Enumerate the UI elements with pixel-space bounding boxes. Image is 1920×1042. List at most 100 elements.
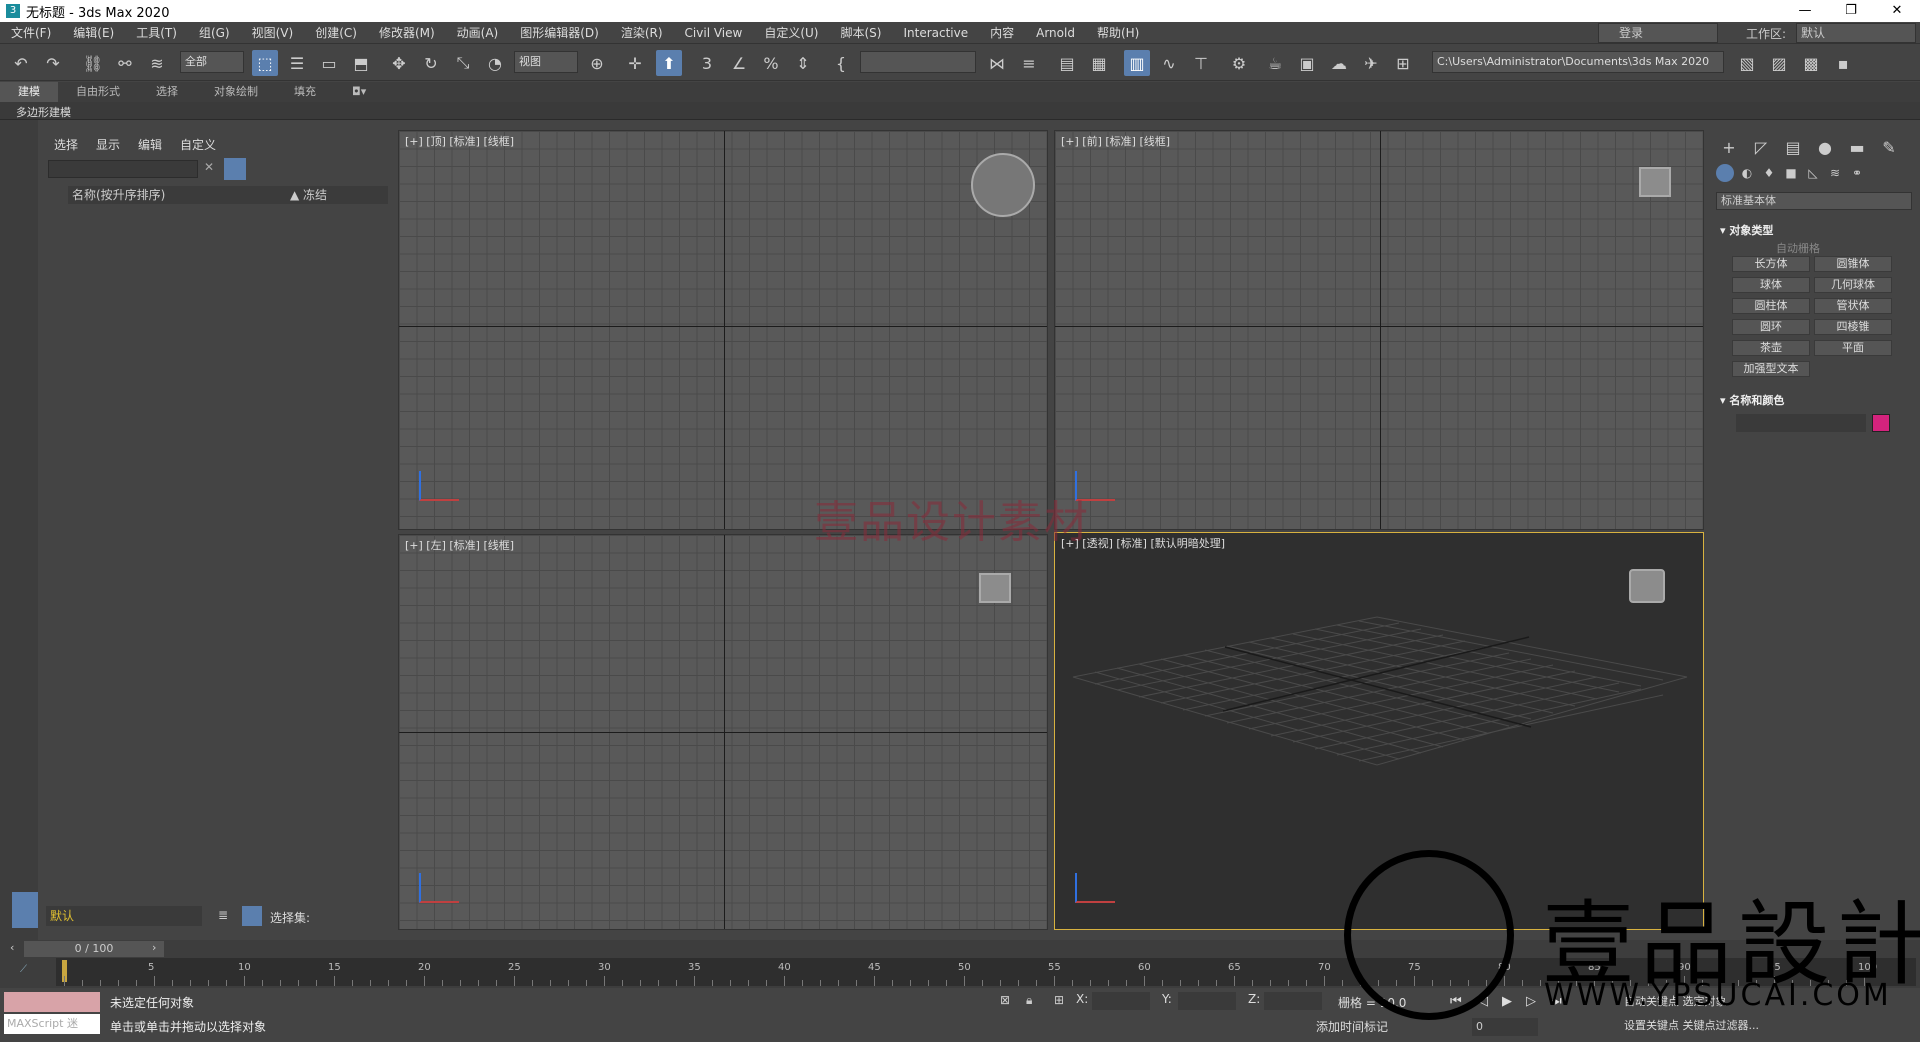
- object-type-rollout[interactable]: ▾ 对象类型: [1720, 222, 1773, 238]
- ribbon-options-icon[interactable]: ◘▾: [334, 82, 384, 102]
- modify-tab-icon[interactable]: ◸: [1748, 134, 1774, 160]
- workspace-dropdown[interactable]: 默认: [1796, 23, 1916, 43]
- menu-help[interactable]: 帮助(H): [1086, 24, 1150, 41]
- menu-interactive[interactable]: Interactive: [892, 26, 979, 40]
- scene-search-input[interactable]: [48, 160, 198, 178]
- menu-scripting[interactable]: 脚本(S): [829, 24, 892, 41]
- create-teapot-button[interactable]: 茶壶: [1732, 340, 1810, 356]
- time-slider[interactable]: 0 / 100: [24, 941, 164, 957]
- create-tab-icon[interactable]: +: [1716, 134, 1742, 160]
- percent-snap-icon[interactable]: %: [758, 50, 784, 76]
- viewcube-icon[interactable]: [1629, 569, 1665, 603]
- viewport-label-left[interactable]: [+] [左] [标准] [线框]: [405, 537, 514, 553]
- lock-selection-icon[interactable]: 🔒︎: [1026, 993, 1032, 1008]
- isolate-icon[interactable]: ⊠: [1000, 993, 1010, 1007]
- time-next-icon[interactable]: ›: [152, 941, 156, 954]
- viewport-label-perspective[interactable]: [+] [透视] [标准] [默认明暗处理]: [1061, 535, 1225, 551]
- shapes-icon[interactable]: ◐: [1738, 164, 1756, 182]
- viewport-top[interactable]: [+] [顶] [标准] [线框]: [398, 130, 1048, 530]
- project-path-dropdown[interactable]: C:\Users\Administrator\Documents\3ds Max…: [1432, 51, 1724, 73]
- project-folder-icon[interactable]: ▧: [1734, 50, 1760, 76]
- minimize-button[interactable]: —: [1782, 0, 1828, 22]
- render-cloud-icon[interactable]: ⊞: [1390, 50, 1416, 76]
- login-dropdown[interactable]: 登录: [1598, 23, 1718, 43]
- keyboard-shortcut-icon[interactable]: ⬆: [656, 50, 682, 76]
- layers-icon[interactable]: ≣: [218, 908, 228, 922]
- material-editor-icon[interactable]: ⚙: [1226, 50, 1252, 76]
- geometry-icon[interactable]: [1716, 164, 1734, 182]
- menu-rendering[interactable]: 渲染(R): [610, 24, 674, 41]
- toggle-ribbon-icon[interactable]: ▥: [1124, 50, 1150, 76]
- scene-menu-display[interactable]: 显示: [96, 136, 120, 153]
- column-name[interactable]: 名称(按升序排序): [72, 188, 165, 202]
- unlink-icon[interactable]: ⚯: [112, 50, 138, 76]
- go-to-start-icon[interactable]: ⏮: [1450, 994, 1462, 1009]
- viewport-left[interactable]: [+] [左] [标准] [线框]: [398, 534, 1048, 930]
- object-color-swatch[interactable]: [1872, 414, 1890, 432]
- ribbon-tab-object-paint[interactable]: 对象绘制: [196, 82, 276, 102]
- menu-animation[interactable]: 动画(A): [446, 24, 510, 41]
- create-torus-button[interactable]: 圆环: [1732, 319, 1810, 335]
- viewport-front[interactable]: [+] [前] [标准] [线框]: [1054, 130, 1704, 530]
- menu-modifiers[interactable]: 修改器(M): [368, 24, 446, 41]
- pivot-center-icon[interactable]: ⊕: [584, 50, 610, 76]
- time-prev-icon[interactable]: ‹: [10, 941, 14, 954]
- menu-tools[interactable]: 工具(T): [125, 24, 188, 41]
- menu-arnold[interactable]: Arnold: [1025, 26, 1086, 40]
- create-pyramid-button[interactable]: 四棱锥: [1814, 319, 1892, 335]
- track-bar[interactable]: 5 10 15 20 25 30 35 40 45 50 55 60 65 70 75 80 85 90 95 100: [56, 958, 1916, 986]
- absolute-mode-icon[interactable]: ⊞: [1054, 993, 1064, 1007]
- layer-dropdown[interactable]: 默认: [46, 906, 202, 926]
- systems-icon[interactable]: ⚭: [1848, 164, 1866, 182]
- filter-toggle-icon[interactable]: [224, 158, 246, 180]
- menu-graph-editors[interactable]: 图形编辑器(D): [509, 24, 610, 41]
- helpers-icon[interactable]: ◺: [1804, 164, 1822, 182]
- redo-icon[interactable]: ↷: [40, 50, 66, 76]
- play-icon[interactable]: ▶: [1502, 994, 1512, 1009]
- lights-icon[interactable]: ♦: [1760, 164, 1778, 182]
- current-frame-input[interactable]: 0: [1472, 1018, 1538, 1036]
- named-selection-dropdown[interactable]: [860, 51, 976, 73]
- select-manipulate-icon[interactable]: ✛: [622, 50, 648, 76]
- rotate-icon[interactable]: ↻: [418, 50, 444, 76]
- maxscript-mini-input[interactable]: MAXScript 迷: [4, 1014, 100, 1034]
- render-iterative-icon[interactable]: ✈: [1358, 50, 1384, 76]
- render-production-icon[interactable]: ☁: [1326, 50, 1352, 76]
- rendered-frame-icon[interactable]: ▣: [1294, 50, 1320, 76]
- schematic-view-icon[interactable]: ⊤: [1188, 50, 1214, 76]
- create-sphere-button[interactable]: 球体: [1732, 277, 1810, 293]
- create-textplus-button[interactable]: 加强型文本: [1732, 361, 1810, 377]
- viewport-layout-icon[interactable]: [12, 892, 38, 928]
- scene-menu-customize[interactable]: 自定义: [180, 136, 216, 153]
- autogrid-checkbox[interactable]: 自动栅格: [1776, 240, 1820, 256]
- primitive-category-dropdown[interactable]: 标准基本体: [1716, 192, 1912, 210]
- scene-column-header[interactable]: 名称(按升序排序) ▲ 冻结: [68, 186, 388, 204]
- ribbon-tab-freeform[interactable]: 自由形式: [58, 82, 138, 102]
- mini-curve-icon[interactable]: ⟋: [20, 964, 27, 975]
- column-frozen[interactable]: ▲ 冻结: [290, 186, 327, 204]
- viewcube-icon[interactable]: [1639, 167, 1671, 197]
- menu-customize[interactable]: 自定义(U): [753, 24, 829, 41]
- create-cone-button[interactable]: 圆锥体: [1814, 256, 1892, 272]
- prev-frame-icon[interactable]: ◁: [1478, 994, 1488, 1009]
- cameras-icon[interactable]: ■: [1782, 164, 1800, 182]
- viewport-label-front[interactable]: [+] [前] [标准] [线框]: [1061, 133, 1170, 149]
- ribbon-tab-selection[interactable]: 选择: [138, 82, 196, 102]
- snap-toggle-icon[interactable]: 3: [694, 50, 720, 76]
- menu-views[interactable]: 视图(V): [241, 24, 305, 41]
- ribbon-tab-populate[interactable]: 填充: [276, 82, 334, 102]
- undo-icon[interactable]: ↶: [8, 50, 34, 76]
- name-color-rollout[interactable]: ▾ 名称和颜色: [1720, 392, 1784, 408]
- auto-key-button[interactable]: 自动关键点 选定对象: [1624, 993, 1727, 1009]
- mirror-icon[interactable]: ⋈: [984, 50, 1010, 76]
- x-coord-input[interactable]: [1092, 992, 1150, 1010]
- scene-menu-select[interactable]: 选择: [54, 136, 78, 153]
- edit-named-sets-icon[interactable]: {: [828, 50, 854, 76]
- menu-create[interactable]: 创建(C): [304, 24, 368, 41]
- create-geosphere-button[interactable]: 几何球体: [1814, 277, 1892, 293]
- viewcube-icon[interactable]: [979, 573, 1011, 603]
- menu-content[interactable]: 内容: [979, 24, 1025, 41]
- scene-explorer-icon[interactable]: ▤: [1054, 50, 1080, 76]
- layer-explorer-icon[interactable]: ▦: [1086, 50, 1112, 76]
- utilities-tab-icon[interactable]: ✎: [1876, 134, 1902, 160]
